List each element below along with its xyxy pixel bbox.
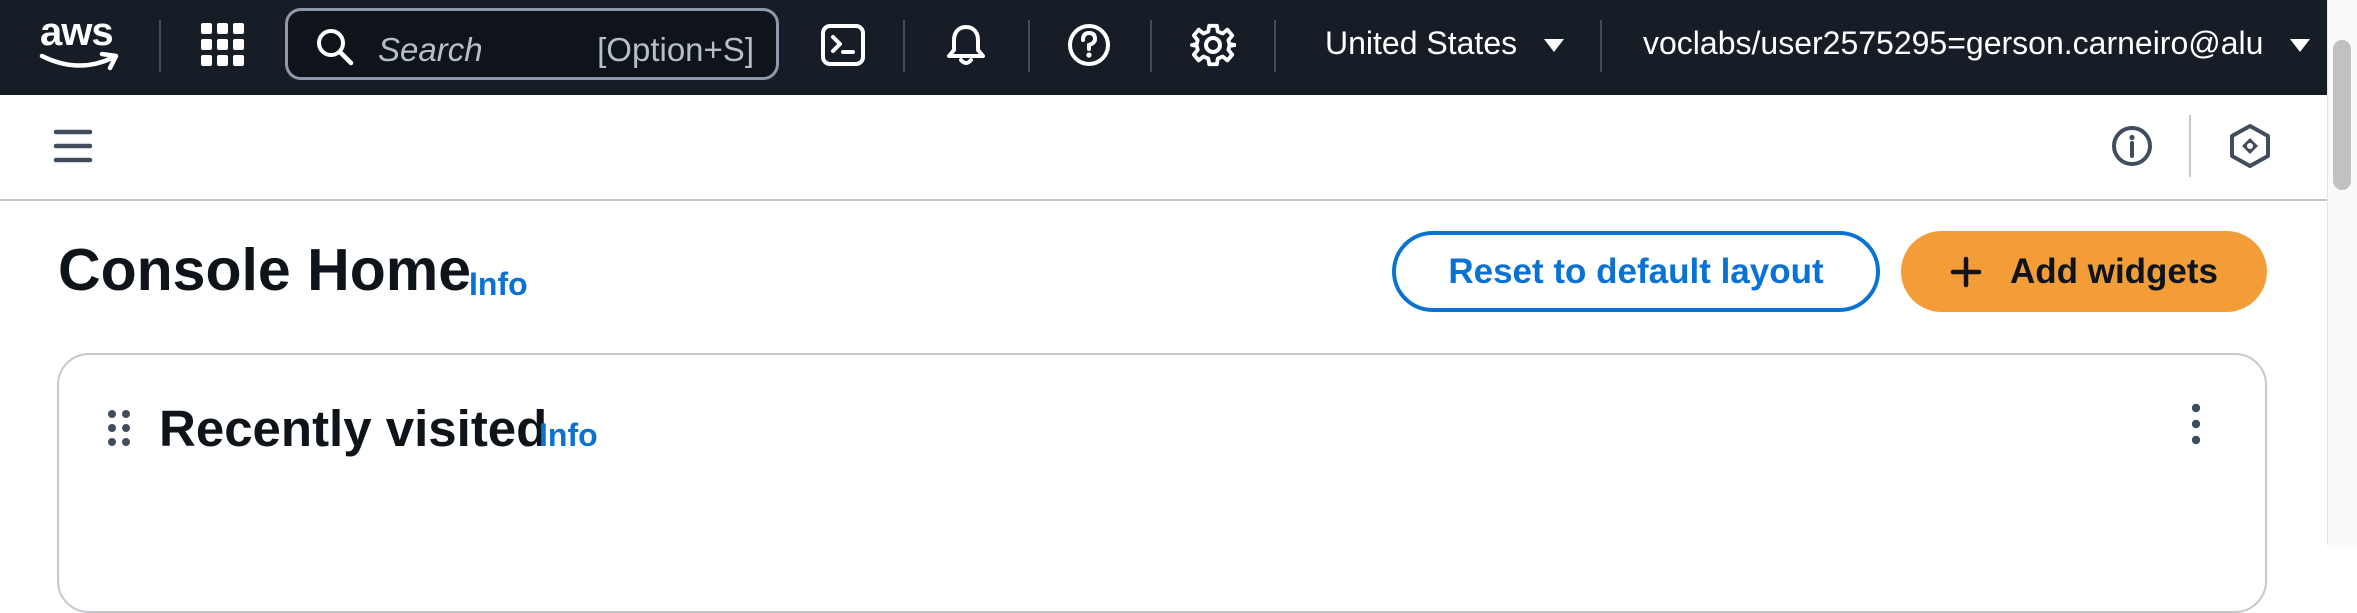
aws-smile-icon xyxy=(39,51,119,71)
aws-logo[interactable]: aws xyxy=(38,10,120,74)
menu-icon[interactable] xyxy=(53,128,93,164)
reset-layout-label: Reset to default layout xyxy=(1448,251,1824,291)
search-placeholder: Search xyxy=(378,31,483,68)
nav-divider xyxy=(1600,20,1602,72)
caret-down-icon xyxy=(2290,38,2311,52)
account-label: voclabs/user2575295=gerson.carneiro@alu xyxy=(1643,25,2264,61)
plus-icon xyxy=(1950,256,1982,287)
more-actions-icon[interactable] xyxy=(2190,403,2202,445)
page-title: Console Home xyxy=(58,237,472,303)
nav-divider xyxy=(1028,20,1030,72)
caret-down-icon xyxy=(1544,38,1564,52)
drag-handle-icon[interactable] xyxy=(107,409,131,447)
nav-divider xyxy=(1150,20,1152,72)
add-widgets-button[interactable]: Add widgets xyxy=(1901,231,2267,312)
search-shortcut: [Option+S] xyxy=(597,31,754,68)
account-menu[interactable]: voclabs/user2575295=gerson.carneiro@alu xyxy=(1643,25,2311,62)
cloudshell-icon[interactable] xyxy=(820,22,866,68)
services-grid-icon[interactable] xyxy=(200,22,246,68)
info-circle-icon[interactable] xyxy=(2111,125,2153,167)
scrollbar-thumb[interactable] xyxy=(2333,40,2351,190)
aws-logo-text: aws xyxy=(40,10,114,54)
region-label: United States xyxy=(1325,25,1518,61)
search-input[interactable]: Search [Option+S] xyxy=(285,8,779,80)
nav-divider xyxy=(159,20,161,72)
widget-title: Recently visited xyxy=(159,400,548,457)
recently-visited-widget: Recently visited Info xyxy=(57,353,2267,613)
notifications-bell-icon[interactable] xyxy=(943,22,989,68)
widget-info-link[interactable]: Info xyxy=(539,417,598,454)
nav-divider xyxy=(1274,20,1276,72)
page-info-link[interactable]: Info xyxy=(469,266,528,303)
secondary-toolbar xyxy=(0,95,2327,201)
hexagon-icon[interactable] xyxy=(2228,123,2272,169)
top-navigation-bar: aws Search [Option+S] United States vocl… xyxy=(0,0,2327,95)
nav-divider xyxy=(903,20,905,72)
region-selector[interactable]: United States xyxy=(1325,25,1564,62)
toolbar-divider xyxy=(2189,115,2191,177)
settings-gear-icon[interactable] xyxy=(1190,22,1236,68)
reset-layout-button[interactable]: Reset to default layout xyxy=(1392,231,1880,312)
help-icon[interactable] xyxy=(1066,22,1112,68)
add-widgets-label: Add widgets xyxy=(2009,251,2219,291)
search-icon xyxy=(317,29,354,66)
